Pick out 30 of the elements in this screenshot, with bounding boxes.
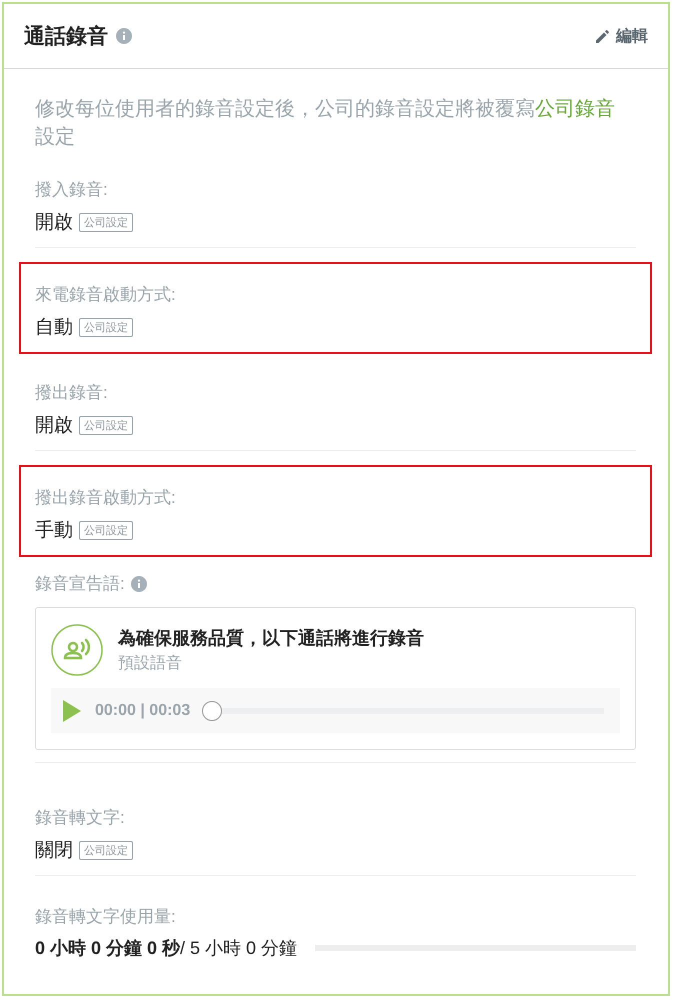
tag: 公司設定 [79,318,133,336]
edit-button[interactable]: 編輯 [594,26,648,46]
info-icon[interactable] [130,576,147,592]
info-icon[interactable] [116,28,132,44]
setting-value: 開啟 [35,414,73,438]
setting-label: 撥出錄音啟動方式: [35,487,177,509]
card-title: 通話錄音 [24,24,108,50]
setting-label: 錄音轉文字: [35,807,126,829]
speaker-icon [51,624,103,676]
setting-label: 撥出錄音: [35,382,109,404]
tag: 公司設定 [79,520,133,540]
setting-label: 錄音轉文字使用量: [35,906,177,928]
announcement-title: 為確保服務品質，以下通話將進行錄音 [118,627,424,650]
tag: 公司設定 [79,212,133,232]
seek-thumb[interactable] [202,700,222,720]
setting-label: 來電錄音啟動方式: [35,284,177,306]
tag: 公司設定 [79,840,133,860]
setting-value: 關閉 [35,839,73,863]
usage-text: 0 小時 0 分鐘 0 秒/ 5 小時 0 分鐘 [35,937,298,960]
notice-text: 修改每位使用者的錄音設定後，公司的錄音設定將被覆寫公司錄音 設定 [35,97,616,150]
setting-label: 錄音宣告語: [35,573,125,595]
time-text: 00:00 | 00:03 [95,702,190,720]
setting-label: 撥入錄音: [35,179,109,201]
play-icon[interactable] [63,700,81,722]
setting-value: 手動 [35,519,73,543]
announcement-subtitle: 預設語音 [118,654,183,674]
pencil-icon [594,27,612,45]
setting-value: 自動 [35,316,73,340]
setting-value: 開啟 [35,211,73,235]
tag: 公司設定 [79,416,133,434]
